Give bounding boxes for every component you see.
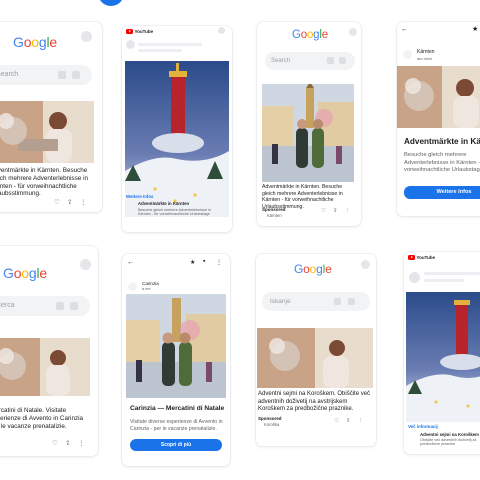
phone-search-de-top-left: Google Search Adventmärkte in Kärnten. B… — [0, 22, 102, 212]
placeholder-line — [138, 43, 202, 46]
youtube-header: YouTube — [404, 252, 480, 262]
sponsored-label: Sponsored — [262, 207, 286, 212]
landing-description: Visitate diverse esperienze di Avvento i… — [130, 419, 223, 432]
lens-icon[interactable] — [72, 71, 80, 79]
lens-icon[interactable] — [70, 302, 78, 310]
heart-icon[interactable]: ♡ — [54, 198, 60, 206]
more-info-link[interactable]: Weitere Infos — [126, 194, 154, 199]
star-icon[interactable]: ★ — [472, 25, 478, 33]
ad-image-woman-reading[interactable] — [0, 338, 90, 396]
sponsored-label: Sponsored — [258, 416, 282, 421]
phone-search-de-center: Google Search Adventmärkte in Kärnten. B… — [257, 22, 361, 226]
discover-more-button[interactable]: Scopri di più — [130, 439, 222, 451]
youtube-header: YouTube — [122, 26, 232, 36]
share-icon[interactable]: ⇪ — [333, 208, 338, 214]
ad-image-woman-reading[interactable] — [257, 328, 373, 388]
phone-search-sl: Google Iskanje Adventni sejmi na Koroške… — [256, 254, 376, 446]
ad-title: Adventmärkte in Kärnten — [138, 201, 190, 206]
advertiser-logo — [128, 282, 137, 291]
advertiser-sub: a me — [142, 287, 151, 291]
advertiser-sub: am mich — [417, 56, 433, 61]
placeholder-line — [424, 272, 480, 275]
landing-title: Carinzia — Mercatini di Natale — [130, 405, 225, 412]
youtube-logo-icon — [408, 254, 415, 260]
bookmark-icon[interactable]: ▪ — [203, 258, 205, 265]
more-icon[interactable]: ⋮ — [216, 259, 222, 266]
advertiser-name: Kärnten — [267, 213, 282, 218]
phone-youtube-de: YouTube Adventmärkte in Kärnten Besuche … — [122, 26, 232, 232]
youtube-wordmark: YouTube — [134, 28, 154, 34]
ad-title: Adventni sejmi na Koroškem — [420, 432, 479, 437]
more-info-button[interactable]: Weitere Infos — [404, 186, 480, 199]
ad-description: Obiščite več adventnih doživetij za pred… — [420, 438, 477, 447]
mic-icon[interactable] — [56, 302, 64, 310]
more-info-link[interactable]: Več informacij — [408, 424, 438, 429]
avatar[interactable] — [81, 31, 92, 42]
youtube-wordmark: YouTube — [416, 254, 436, 260]
landing-title: Adventmärkte in Kärnten — [404, 137, 480, 146]
avatar[interactable] — [349, 28, 357, 36]
placeholder-line — [424, 279, 464, 282]
share-icon[interactable]: ⇪ — [65, 439, 70, 447]
youtube-logo-icon — [126, 28, 133, 34]
lens-icon[interactable] — [339, 57, 346, 64]
more-icon[interactable]: ⋮ — [345, 208, 351, 214]
phone-search-it: Google Cerca Mercatini di Natale. Visita… — [0, 246, 98, 456]
mic-icon[interactable] — [334, 298, 341, 305]
heart-icon[interactable]: ♡ — [321, 208, 326, 214]
ad-text: Mercatini di Natale. Visitate esperienze… — [0, 407, 83, 430]
more-icon[interactable]: ⋮ — [358, 418, 364, 424]
ad-description: Besuche gleich mehrere Adventerlebnisse … — [138, 208, 211, 217]
google-logo: Google — [13, 34, 57, 50]
share-icon[interactable]: ⇪ — [67, 198, 72, 206]
heart-icon[interactable]: ♡ — [52, 439, 58, 447]
ad-image-couple-market[interactable] — [126, 294, 226, 398]
back-arrow-icon[interactable]: ← — [401, 26, 408, 33]
mic-icon[interactable] — [58, 71, 66, 79]
advertiser-name: Carinzia — [142, 281, 159, 286]
advertiser-name: Kärnten — [417, 49, 435, 55]
top-blue-shape — [98, 0, 124, 6]
phone-landing-de: ← ★ ▪ Kärnten am mich Adventmärkte in Kä… — [397, 22, 480, 216]
more-icon[interactable]: ⋮ — [80, 198, 87, 206]
back-arrow-icon[interactable]: ← — [127, 259, 134, 266]
more-icon[interactable]: ⋮ — [78, 439, 85, 447]
advertiser-name: Koroška — [264, 422, 280, 427]
ad-text: Adventni sejmi na Koroškem. Obiščite več… — [258, 391, 371, 412]
google-logo: Google — [292, 29, 328, 41]
avatar[interactable] — [361, 260, 370, 269]
google-logo: Google — [294, 262, 332, 276]
placeholder-line — [138, 49, 182, 52]
ad-image-woman-reading[interactable] — [0, 101, 94, 163]
heart-icon[interactable]: ♡ — [334, 418, 339, 424]
phone-landing-it: ← ★ ▪ ⋮ Carinzia a me Carinzia — Mercati… — [122, 254, 230, 466]
ad-image-tower-winter[interactable] — [406, 292, 480, 422]
avatar[interactable] — [80, 259, 91, 270]
landing-description: Besuche gleich mehrere Adventerlebnisse … — [404, 152, 480, 174]
share-icon[interactable]: ⇪ — [346, 418, 351, 424]
google-logo: Google — [3, 265, 47, 281]
ad-image-couple-market[interactable] — [262, 84, 354, 182]
channel-avatar — [409, 272, 420, 283]
mic-icon[interactable] — [327, 57, 334, 64]
avatar[interactable] — [218, 27, 225, 34]
lens-icon[interactable] — [348, 298, 355, 305]
ad-image-woman-reading[interactable] — [397, 66, 480, 128]
phone-youtube-sl: YouTube Več informacij Adventni sejmi na… — [404, 252, 480, 454]
ad-text: Adventmärkte in Kärnten. Besuche gleich … — [0, 167, 89, 198]
star-icon[interactable]: ★ — [190, 259, 195, 266]
advertiser-logo — [403, 50, 412, 59]
channel-avatar — [126, 40, 135, 49]
